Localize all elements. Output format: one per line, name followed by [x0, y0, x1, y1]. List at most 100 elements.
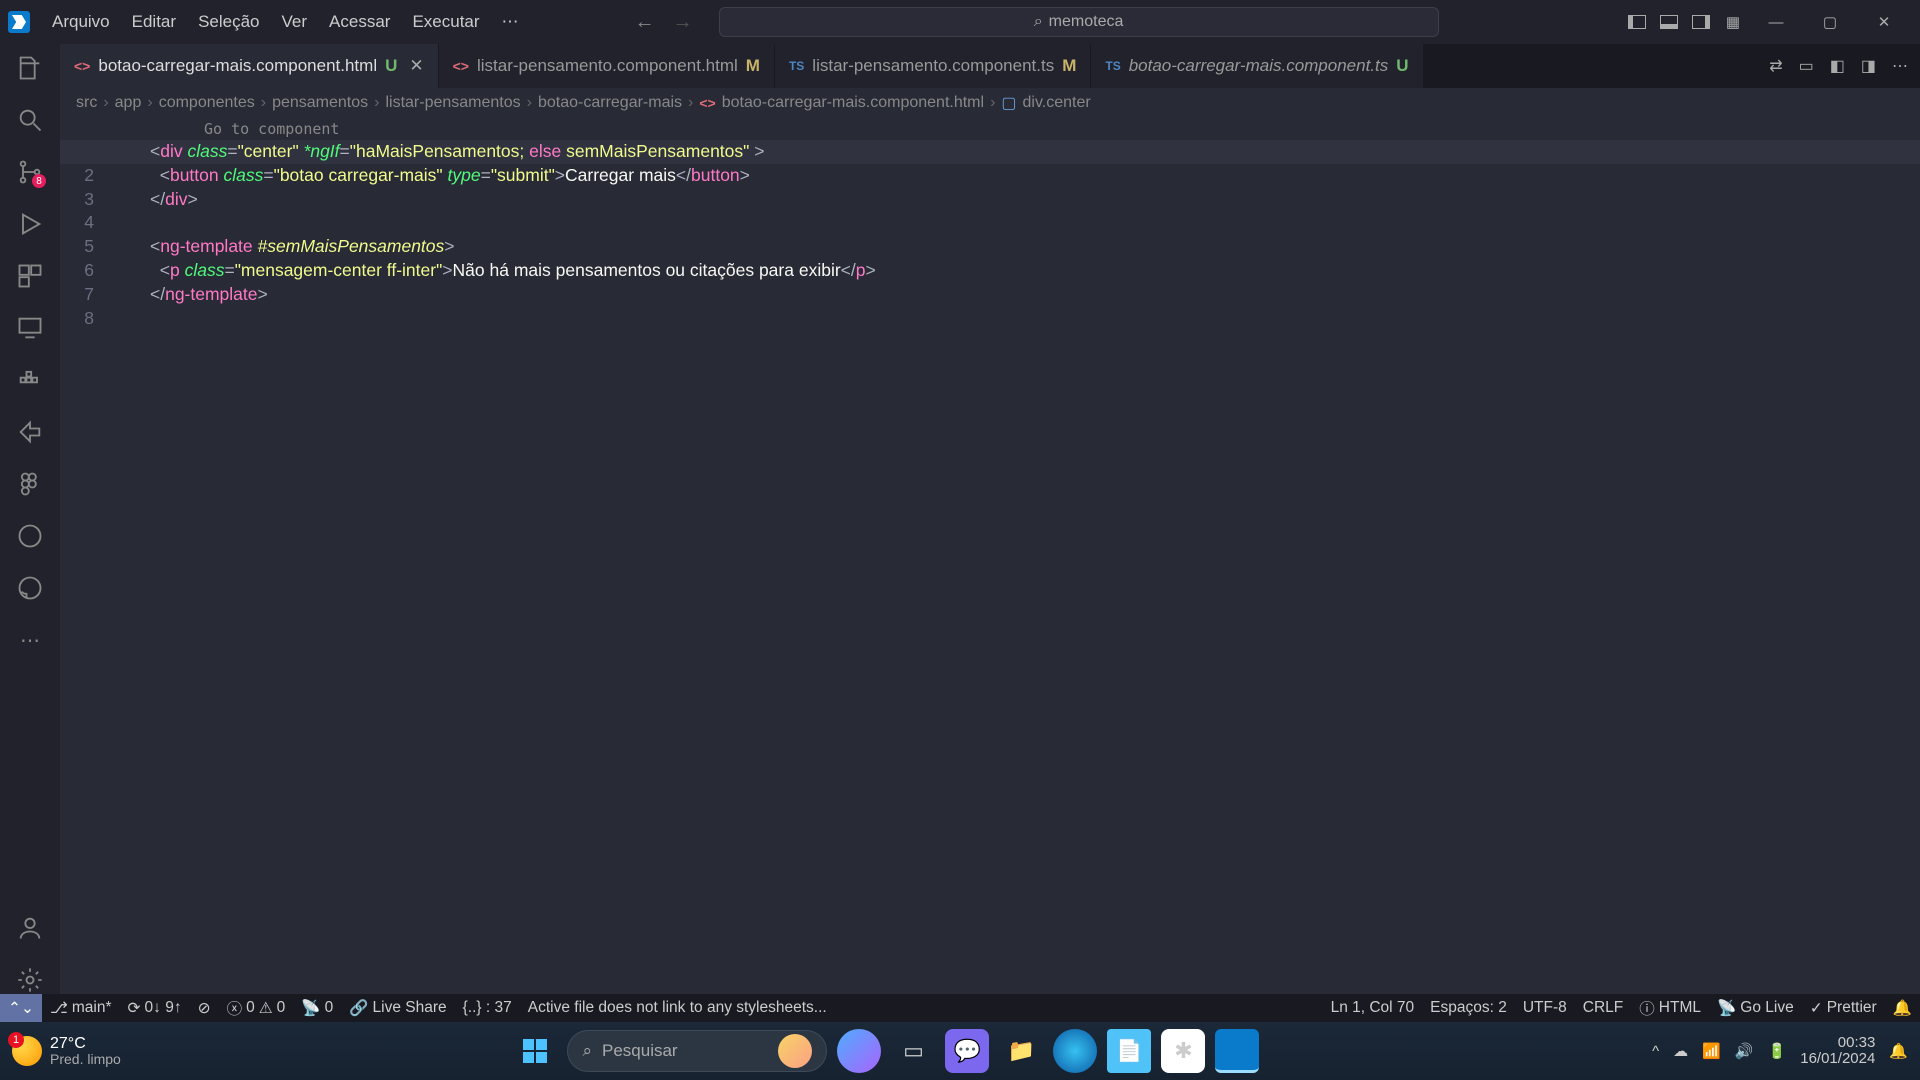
- taskbar-clock[interactable]: 00:33 16/01/2024: [1800, 1035, 1875, 1068]
- eol[interactable]: CRLF: [1575, 994, 1631, 1022]
- search-icon[interactable]: [16, 106, 44, 134]
- copilot-icon[interactable]: [837, 1029, 881, 1073]
- nav-back-icon[interactable]: ←: [629, 9, 661, 36]
- breadcrumb-segment[interactable]: componentes: [159, 94, 255, 112]
- window-close-icon[interactable]: ✕: [1864, 8, 1904, 36]
- explorer-icon[interactable]: [16, 54, 44, 82]
- code-line[interactable]: [120, 211, 1920, 235]
- docker-icon[interactable]: [16, 366, 44, 394]
- split-left-icon[interactable]: ◧: [1830, 56, 1845, 76]
- taskbar-search[interactable]: ⌕ Pesquisar: [567, 1030, 827, 1072]
- tab-close-icon[interactable]: ✕: [409, 56, 423, 76]
- breadcrumb-file[interactable]: botao-carregar-mais.component.html: [722, 94, 984, 112]
- source-control-icon[interactable]: [16, 158, 44, 186]
- language-mode[interactable]: ⓘ HTML: [1631, 994, 1709, 1022]
- split-right-icon[interactable]: ◨: [1861, 56, 1876, 76]
- menu-ver[interactable]: Ver: [272, 8, 318, 36]
- port-forward-icon[interactable]: ⊘: [190, 994, 219, 1022]
- menu-acessar[interactable]: Acessar: [319, 8, 400, 36]
- menu-selecao[interactable]: Seleção: [188, 8, 269, 36]
- command-center[interactable]: ⌕ memoteca: [719, 7, 1439, 37]
- edge-icon[interactable]: [16, 522, 44, 550]
- problems[interactable]: ⓧ 0 ⚠ 0: [219, 994, 294, 1022]
- ports[interactable]: 📡 0: [293, 994, 341, 1022]
- code-line[interactable]: <div class="center" *ngIf="haMaisPensame…: [60, 140, 1920, 164]
- edge-browser-icon[interactable]: [1053, 1029, 1097, 1073]
- window-maximize-icon[interactable]: ▢: [1810, 8, 1850, 36]
- code-editor[interactable]: 12345678 <div class="center" *ngIf="haMa…: [60, 138, 1920, 994]
- accounts-icon[interactable]: [16, 914, 44, 942]
- remote-indicator-icon[interactable]: ⌃⌄: [0, 994, 42, 1022]
- git-branch[interactable]: ⎇ main*: [42, 994, 120, 1022]
- compare-icon[interactable]: ⇄: [1769, 56, 1782, 76]
- slack-icon[interactable]: ✱: [1161, 1029, 1205, 1073]
- tab-listar-pensamento-ts[interactable]: TS listar-pensamento.component.ts M: [775, 44, 1091, 88]
- code-line[interactable]: <p class="mensagem-center ff-inter">Não …: [120, 259, 1920, 283]
- wifi-icon[interactable]: 📶: [1702, 1042, 1721, 1060]
- windows-taskbar: 27°C Pred. limpo ⌕ Pesquisar ▭ 💬 📁 📄 ✱ ^…: [0, 1022, 1920, 1080]
- nav-forward-icon[interactable]: →: [667, 9, 699, 36]
- tab-more-icon[interactable]: ⋯: [1892, 56, 1908, 76]
- battery-icon[interactable]: 🔋: [1768, 1042, 1787, 1060]
- remote-explorer-icon[interactable]: [16, 314, 44, 342]
- tab-botao-carregar-mais-html[interactable]: <> botao-carregar-mais.component.html U …: [60, 44, 439, 88]
- notifications-icon[interactable]: 🔔: [1885, 994, 1920, 1022]
- code-line[interactable]: <button class="botao carregar-mais" type…: [120, 164, 1920, 188]
- prettier[interactable]: ✓ Prettier: [1802, 994, 1885, 1022]
- breadcrumb-segment[interactable]: app: [115, 94, 142, 112]
- tab-filename: listar-pensamento.component.html: [477, 56, 738, 76]
- breadcrumb-segment[interactable]: listar-pensamentos: [385, 94, 520, 112]
- title-bar: Arquivo Editar Seleção Ver Acessar Execu…: [0, 0, 1920, 44]
- code-line[interactable]: [120, 307, 1920, 331]
- git-sync[interactable]: ⟳ 0↓ 9↑: [120, 994, 190, 1022]
- task-view-icon[interactable]: ▭: [891, 1029, 935, 1073]
- cursor-position[interactable]: Ln 1, Col 70: [1323, 994, 1423, 1022]
- window-minimize-icon[interactable]: ―: [1756, 8, 1796, 36]
- layout-left-icon[interactable]: [1628, 15, 1646, 29]
- bracket-pair[interactable]: {..} : 37: [455, 994, 520, 1022]
- encoding[interactable]: UTF-8: [1515, 994, 1575, 1022]
- open-changes-icon[interactable]: ▭: [1799, 56, 1814, 76]
- breadcrumb-segment[interactable]: botao-carregar-mais: [538, 94, 682, 112]
- layout-right-icon[interactable]: [1692, 15, 1710, 29]
- code-lines[interactable]: <div class="center" *ngIf="haMaisPensame…: [120, 140, 1920, 994]
- breadcrumbs[interactable]: src› app› componentes› pensamentos› list…: [60, 88, 1920, 118]
- live-share-icon[interactable]: [16, 418, 44, 446]
- menu-editar[interactable]: Editar: [122, 8, 186, 36]
- vscode-taskbar-icon[interactable]: [1215, 1029, 1259, 1073]
- codelens-hint[interactable]: Go to component: [60, 118, 1920, 138]
- menu-overflow-icon[interactable]: ⋯: [492, 8, 529, 36]
- onedrive-icon[interactable]: ☁: [1673, 1042, 1688, 1060]
- volume-icon[interactable]: 🔊: [1735, 1042, 1754, 1060]
- code-line[interactable]: </ng-template>: [120, 283, 1920, 307]
- chat-app-icon[interactable]: 💬: [945, 1029, 989, 1073]
- code-line[interactable]: <ng-template #semMaisPensamentos>: [120, 235, 1920, 259]
- run-debug-icon[interactable]: [16, 210, 44, 238]
- tab-botao-carregar-mais-ts[interactable]: TS botao-carregar-mais.component.ts U: [1091, 44, 1423, 88]
- notepad-icon[interactable]: 📄: [1107, 1029, 1151, 1073]
- tray-chevron-icon[interactable]: ^: [1652, 1043, 1659, 1060]
- live-share[interactable]: 🔗 Live Share: [341, 994, 454, 1022]
- start-button[interactable]: [513, 1029, 557, 1073]
- tab-listar-pensamento-html[interactable]: <> listar-pensamento.component.html M: [439, 44, 775, 88]
- activity-bar: ⋯: [0, 44, 60, 994]
- breadcrumb-symbol[interactable]: div.center: [1023, 94, 1091, 112]
- layout-bottom-icon[interactable]: [1660, 15, 1678, 29]
- go-live[interactable]: 📡 Go Live: [1709, 994, 1802, 1022]
- layout-grid-icon[interactable]: ▦: [1724, 13, 1742, 31]
- settings-gear-icon[interactable]: [16, 966, 44, 994]
- file-explorer-icon[interactable]: 📁: [999, 1029, 1043, 1073]
- figma-icon[interactable]: [16, 470, 44, 498]
- breadcrumb-segment[interactable]: pensamentos: [272, 94, 368, 112]
- stylesheet-warning[interactable]: Active file does not link to any stylesh…: [520, 994, 835, 1022]
- extensions-icon[interactable]: [16, 262, 44, 290]
- notifications-icon[interactable]: 🔔: [1889, 1042, 1908, 1060]
- taskbar-weather[interactable]: 27°C Pred. limpo: [12, 1035, 121, 1068]
- menu-executar[interactable]: Executar: [402, 8, 489, 36]
- activity-overflow-icon[interactable]: ⋯: [16, 626, 44, 654]
- breadcrumb-segment[interactable]: src: [76, 94, 97, 112]
- code-line[interactable]: </div>: [120, 188, 1920, 212]
- menu-arquivo[interactable]: Arquivo: [42, 8, 120, 36]
- github-icon[interactable]: [16, 574, 44, 602]
- indentation[interactable]: Espaços: 2: [1422, 994, 1515, 1022]
